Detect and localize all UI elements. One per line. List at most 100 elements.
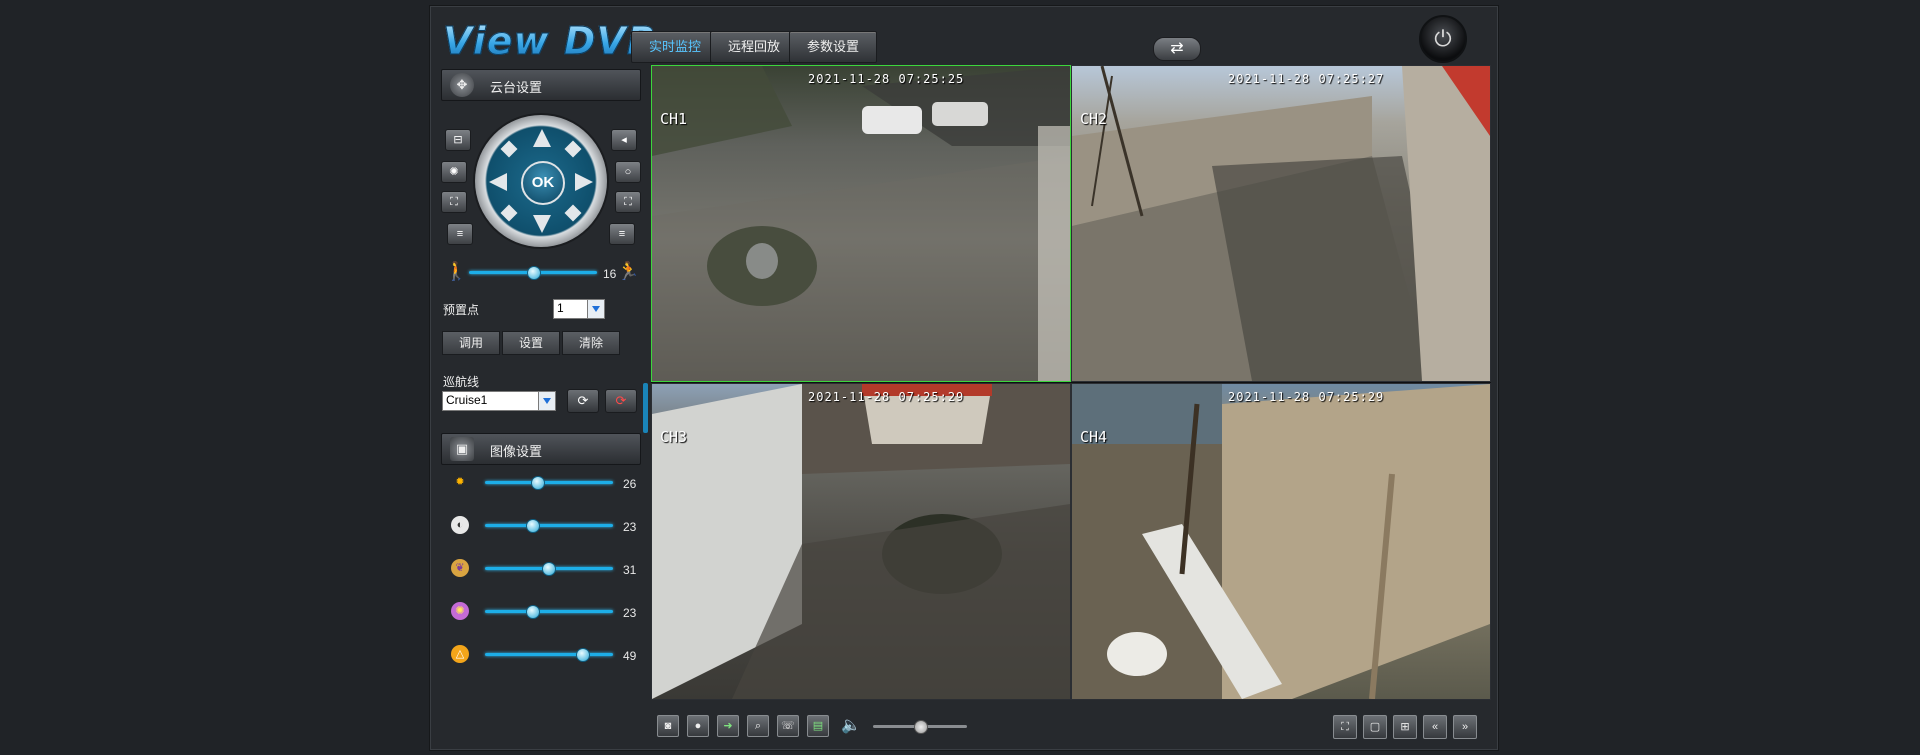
ptz-zoom-out-button[interactable]: ⊟ — [445, 129, 471, 151]
ptz-control-icon: ✥ — [450, 73, 474, 97]
preset-select-value: 1 — [557, 301, 564, 315]
timestamp-ch1: 2021-11-28 07:25:25 — [808, 72, 965, 86]
preset-label: 预置点 — [443, 303, 480, 317]
sun-icon: ✹ — [455, 476, 465, 488]
camera-scene-ch4 — [1072, 384, 1490, 699]
ptz-left-arrow-icon[interactable] — [489, 173, 507, 191]
sharpness-value: 49 — [623, 649, 637, 663]
hue-slider[interactable] — [485, 604, 613, 620]
walk-slow-icon: 🚶 — [445, 261, 468, 281]
ptz-direction-ring: OK — [475, 115, 607, 247]
swap-arrows-icon[interactable]: ⇄ — [1153, 37, 1201, 61]
contrast-value: 23 — [623, 520, 637, 534]
ptz-speed-slider[interactable] — [469, 265, 597, 281]
saturation-value: 31 — [623, 563, 637, 577]
brightness-slider[interactable] — [485, 475, 613, 491]
quad-view-icon[interactable]: ⊞ — [1393, 715, 1417, 739]
ptz-right-arrow-icon[interactable] — [575, 173, 593, 191]
brightness-value: 26 — [623, 477, 637, 491]
tab-remote-playback[interactable]: 远程回放 — [710, 31, 798, 63]
camera-scene-ch2 — [1072, 66, 1490, 381]
ptz-wiper-button[interactable]: ≡ — [447, 223, 473, 245]
channel-label-ch1: CH1 — [660, 110, 688, 128]
ptz-section-title: 云台设置 — [490, 80, 543, 95]
next-page-icon[interactable]: » — [1453, 715, 1477, 739]
ptz-iris-close-button[interactable]: ⛶ — [441, 191, 467, 213]
cruise-stop-icon: ⟳ — [615, 393, 627, 408]
camera-view-ch2[interactable]: 2021-11-28 07:25:27 CH2 — [1071, 65, 1491, 382]
ptz-focus-near-button[interactable]: ✺ — [441, 161, 467, 183]
saturation-slider[interactable] — [485, 561, 613, 577]
ptz-up-left-arrow-icon[interactable] — [500, 140, 518, 158]
ptz-focus-far-button[interactable]: ○ — [615, 161, 641, 183]
ptz-auto-button[interactable]: ≡ — [609, 223, 635, 245]
ptz-light-button[interactable]: ◂ — [611, 129, 637, 151]
preset-clear-button[interactable]: 清除 — [562, 331, 620, 355]
ptz-down-arrow-icon[interactable] — [533, 215, 551, 233]
panel-collapse-handle[interactable] — [643, 383, 648, 433]
tv-icon: ▣ — [450, 437, 474, 461]
image-section-title: 图像设置 — [490, 444, 543, 459]
contrast-slider[interactable] — [485, 518, 613, 534]
snapshot-icon[interactable]: ◙ — [657, 715, 679, 737]
power-icon[interactable]: ⏻ — [1419, 15, 1467, 63]
playback-toolbar: ◙ ● ➜ ⌕ ☏ ▤ 🔈 ⛶ ▢ ⊞ « » — [651, 709, 1491, 743]
color-wheel-icon: ✺ — [451, 602, 469, 620]
ptz-section-header[interactable]: ✥ 云台设置 — [441, 69, 641, 101]
channel-label-ch4: CH4 — [1080, 428, 1108, 446]
channel-label-ch2: CH2 — [1080, 110, 1108, 128]
tab-settings[interactable]: 参数设置 — [789, 31, 877, 63]
cruise-label: 巡航线 — [443, 375, 480, 389]
camera-view-ch4[interactable]: 2021-11-28 07:25:29 CH4 — [1071, 383, 1491, 700]
ptz-down-right-arrow-icon[interactable] — [564, 204, 582, 222]
record-icon[interactable]: ● — [687, 715, 709, 737]
export-icon[interactable]: ➜ — [717, 715, 739, 737]
camera-view-ch3[interactable]: 2021-11-28 07:25:29 CH3 — [651, 383, 1071, 700]
tab-live-view[interactable]: 实时监控 — [631, 31, 719, 63]
preset-select[interactable]: 1 — [553, 299, 605, 319]
app-logo: View DVR — [442, 19, 658, 64]
contrast-slider-knob[interactable] — [526, 519, 541, 533]
camera-scene-ch1 — [652, 66, 1070, 381]
saturation-slider-knob[interactable] — [541, 562, 556, 576]
single-view-icon[interactable]: ▢ — [1363, 715, 1387, 739]
preset-set-button[interactable]: 设置 — [502, 331, 560, 355]
timestamp-ch2: 2021-11-28 07:25:27 — [1228, 72, 1385, 86]
ptz-ok-button[interactable]: OK — [521, 161, 565, 205]
contrast-icon: ◐ — [451, 516, 469, 534]
camera-scene-ch3 — [652, 384, 1070, 699]
chevron-down-icon[interactable] — [587, 300, 604, 318]
sharpness-icon: △ — [451, 645, 469, 663]
sharpness-slider-knob[interactable] — [576, 648, 591, 662]
ptz-down-left-arrow-icon[interactable] — [500, 204, 518, 222]
chevron-down-icon[interactable] — [538, 392, 555, 410]
speaker-icon[interactable]: 🔈 — [841, 715, 861, 735]
talk-icon[interactable]: ☏ — [777, 715, 799, 737]
hue-slider-knob[interactable] — [526, 605, 541, 619]
image-section-header[interactable]: ▣ 图像设置 — [441, 433, 641, 465]
cruise-select[interactable]: Cruise1 — [442, 391, 556, 411]
timestamp-ch3: 2021-11-28 07:25:29 — [808, 390, 965, 404]
zoom-icon[interactable]: ⌕ — [747, 715, 769, 737]
cruise-stop-button[interactable]: ⟳ — [605, 389, 637, 413]
brightness-slider-knob[interactable] — [531, 476, 546, 490]
ptz-up-right-arrow-icon[interactable] — [564, 140, 582, 158]
preset-call-button[interactable]: 调用 — [442, 331, 500, 355]
hue-value: 23 — [623, 606, 637, 620]
video-grid: 2021-11-28 07:25:25 CH1 2021-11-28 07:25… — [651, 65, 1491, 700]
palette-icon: ❦ — [451, 559, 469, 577]
camera-view-ch1[interactable]: 2021-11-28 07:25:25 CH1 — [651, 65, 1071, 382]
volume-slider[interactable] — [873, 719, 967, 735]
fullscreen-icon[interactable]: ⛶ — [1333, 715, 1357, 739]
channel-label-ch3: CH3 — [660, 428, 688, 446]
ptz-speed-value: 16 — [603, 267, 617, 281]
sharpness-slider[interactable] — [485, 647, 613, 663]
ptz-up-arrow-icon[interactable] — [533, 129, 551, 147]
cruise-select-value: Cruise1 — [446, 393, 488, 407]
previous-page-icon[interactable]: « — [1423, 715, 1447, 739]
ptz-iris-open-button[interactable]: ⛶ — [615, 191, 641, 213]
timestamp-ch4: 2021-11-28 07:25:29 — [1228, 390, 1385, 404]
stream-icon[interactable]: ▤ — [807, 715, 829, 737]
ptz-pad: ⊟ ✺ ⛶ ≡ ◂ ○ ⛶ ≡ OK — [441, 111, 641, 257]
cruise-start-button[interactable]: ⟳ — [567, 389, 599, 413]
